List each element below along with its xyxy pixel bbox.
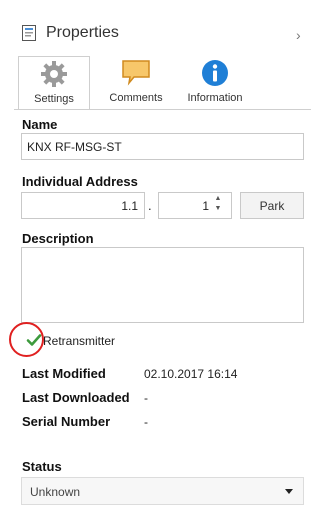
last-modified-value: 02.10.2017 16:14 [144, 367, 238, 381]
address-separator: . [148, 198, 152, 213]
tab-settings[interactable]: Settings [18, 56, 90, 110]
spin-up-icon[interactable]: ▲ [212, 194, 224, 204]
chevron-right-icon[interactable]: › [296, 27, 301, 43]
tab-divider [14, 109, 311, 110]
tab-information[interactable]: Information [178, 56, 252, 108]
info-icon [200, 58, 230, 91]
tab-settings-label: Settings [34, 93, 74, 105]
dropdown-arrow-icon[interactable] [285, 489, 293, 494]
last-downloaded-label: Last Downloaded [22, 390, 130, 405]
tab-comments-label: Comments [109, 92, 163, 104]
tab-comments[interactable]: Comments [100, 56, 172, 108]
name-field[interactable]: KNX RF-MSG-ST [21, 133, 304, 160]
last-downloaded-value: - [144, 391, 148, 405]
description-label: Description [22, 231, 94, 246]
name-label: Name [22, 117, 58, 132]
status-value: Unknown [30, 485, 81, 499]
serial-number-value: - [144, 415, 148, 429]
address-spinner[interactable]: ▲ ▼ [212, 194, 224, 214]
spin-down-icon[interactable]: ▼ [212, 204, 224, 214]
panel-title: Properties [46, 24, 119, 41]
highlight-circle [9, 322, 44, 357]
individual-address-label: Individual Address [22, 174, 138, 189]
retransmitter-label: Retransmitter [43, 334, 116, 348]
properties-icon [22, 25, 36, 41]
gear-icon [39, 59, 69, 92]
serial-number-label: Serial Number [22, 414, 111, 429]
description-field[interactable] [21, 247, 304, 323]
comment-icon [121, 58, 151, 89]
park-button[interactable]: Park [240, 192, 304, 219]
address-area-field[interactable]: 1.1 [21, 192, 145, 219]
tab-information-label: Information [187, 92, 243, 104]
status-label: Status [22, 459, 62, 474]
status-dropdown[interactable]: Unknown [21, 477, 304, 505]
last-modified-label: Last Modified [22, 366, 106, 381]
